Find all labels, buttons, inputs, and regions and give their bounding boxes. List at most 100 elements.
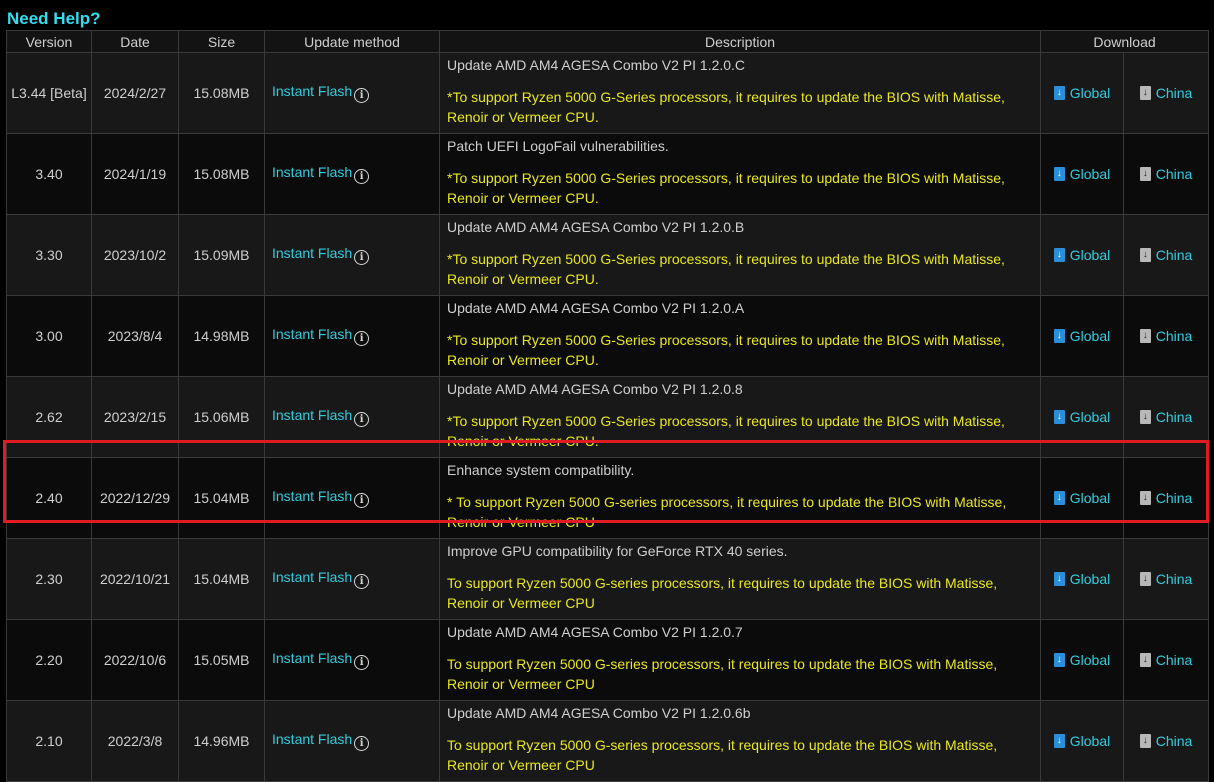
download-china-link[interactable]: China (1139, 733, 1193, 749)
info-circle-icon[interactable]: i (354, 493, 370, 508)
download-global-link[interactable]: Global (1053, 571, 1110, 587)
instant-flash-link[interactable]: Instant Flash (272, 569, 352, 585)
description-cell: Update AMD AM4 AGESA Combo V2 PI 1.2.0.8… (439, 376, 1041, 458)
instant-flash-link[interactable]: Instant Flash (272, 407, 352, 423)
download-global-cell: Global (1040, 214, 1124, 296)
size-cell: 15.04MB (178, 538, 265, 620)
download-china-cell: China (1122, 295, 1210, 377)
description-note: * To support Ryzen 5000 G-series process… (447, 494, 1007, 530)
download-global-cell: Global (1040, 52, 1124, 134)
description-note: *To support Ryzen 5000 G-Series processo… (447, 413, 1005, 449)
download-china-link[interactable]: China (1139, 652, 1193, 668)
download-china-link[interactable]: China (1139, 409, 1192, 425)
description-cell: Improve GPU compatibility for GeForce RT… (439, 538, 1041, 620)
instant-flash-link[interactable]: Instant Flash (272, 164, 352, 180)
download-china-link[interactable]: China (1139, 166, 1193, 182)
instant-flash-link[interactable]: Instant Flash (272, 326, 352, 342)
download-china-label: China (1155, 166, 1193, 182)
download-china-label: China (1155, 247, 1193, 263)
update-method-cell: Instant Flash i (264, 133, 440, 215)
download-china-link[interactable]: China (1139, 328, 1192, 344)
download-file-icon (1053, 572, 1065, 586)
header-update-method: Update method (264, 30, 440, 53)
date-cell: 2022/3/8 (91, 700, 179, 782)
size-cell: 14.96MB (178, 700, 265, 782)
download-china-cell: China (1122, 700, 1210, 782)
size-cell: 15.05MB (178, 619, 265, 701)
update-method-cell: Instant Flash i (264, 700, 440, 782)
table-body: L3.44 [Beta] 2024/2/27 15.08MB Instant Flas… (6, 52, 1210, 782)
need-help-link[interactable]: Need Help? (7, 9, 101, 29)
description-cell: Update AMD AM4 AGESA Combo V2 PI 1.2.0.7… (439, 619, 1041, 701)
download-china-cell: China (1122, 52, 1210, 134)
size-cell: 15.08MB (178, 52, 265, 134)
download-global-label: Global (1069, 166, 1111, 182)
download-file-icon (1053, 167, 1065, 181)
description-title: Update AMD AM4 AGESA Combo V2 PI 1.2.0.7 (447, 624, 743, 640)
download-china-link[interactable]: China (1139, 247, 1193, 263)
download-global-link[interactable]: Global (1053, 85, 1110, 101)
download-china-link[interactable]: China (1139, 490, 1192, 506)
download-china-label: China (1155, 652, 1193, 668)
date-cell: 2023/2/15 (91, 376, 179, 458)
description-cell: Enhance system compatibility. * To suppor… (439, 457, 1041, 539)
download-china-link[interactable]: China (1139, 571, 1192, 587)
download-global-label: Global (1069, 247, 1111, 263)
download-china-link[interactable]: China (1139, 85, 1192, 101)
table-row: 2.20 2022/10/6 15.05MB Instant Flash i Update… (6, 619, 1210, 701)
download-china-label: China (1155, 733, 1193, 749)
download-global-link[interactable]: Global (1053, 328, 1110, 344)
download-global-label: Global (1069, 409, 1111, 425)
download-global-link[interactable]: Global (1053, 652, 1111, 668)
download-file-icon (1053, 410, 1065, 424)
version-cell: L3.44 [Beta] (6, 52, 92, 134)
download-global-link[interactable]: Global (1053, 733, 1110, 749)
date-cell: 2023/10/2 (91, 214, 179, 296)
info-circle-icon[interactable]: i (354, 736, 370, 751)
instant-flash-link[interactable]: Instant Flash (272, 83, 352, 99)
info-circle-icon[interactable]: i (354, 655, 370, 670)
download-global-cell: Global (1040, 700, 1124, 782)
instant-flash-link[interactable]: Instant Flash (272, 650, 352, 666)
description-title: Update AMD AM4 AGESA Combo V2 PI 1.2.0.B (447, 219, 745, 235)
download-file-icon (1053, 248, 1065, 262)
date-cell: 2023/8/4 (91, 295, 179, 377)
size-cell: 14.98MB (178, 295, 265, 377)
update-method-cell: Instant Flash i (264, 214, 440, 296)
info-circle-icon[interactable]: i (354, 331, 370, 346)
download-global-link[interactable]: Global (1053, 409, 1111, 425)
download-file-icon (1053, 491, 1065, 505)
info-circle-icon[interactable]: i (354, 250, 370, 265)
download-global-cell: Global (1040, 376, 1124, 458)
download-global-link[interactable]: Global (1053, 166, 1111, 182)
download-china-cell: China (1122, 619, 1210, 701)
info-circle-icon[interactable]: i (354, 412, 370, 427)
instant-flash-link[interactable]: Instant Flash (272, 245, 352, 261)
header-version: Version (6, 30, 92, 53)
download-global-cell: Global (1040, 538, 1124, 620)
header-download: Download (1039, 30, 1210, 53)
version-cell: 2.10 (6, 700, 92, 782)
table-row: 3.30 2023/10/2 15.09MB Instant Flash i Update… (6, 214, 1210, 296)
description-title: Update AMD AM4 AGESA Combo V2 PI 1.2.0.6… (447, 705, 751, 721)
download-global-link[interactable]: Global (1053, 247, 1111, 263)
update-method-cell: Instant Flash i (264, 457, 440, 539)
download-global-link[interactable]: Global (1053, 490, 1110, 506)
instant-flash-link[interactable]: Instant Flash (272, 488, 352, 504)
header-date: Date (91, 30, 179, 53)
description-note: *To support Ryzen 5000 G-Series processo… (447, 170, 1005, 206)
description-cell: Update AMD AM4 AGESA Combo V2 PI 1.2.0.B… (439, 214, 1041, 296)
download-file-icon (1053, 653, 1065, 667)
description-note: *To support Ryzen 5000 G-Series processo… (447, 332, 1005, 368)
description-note: *To support Ryzen 5000 G-Series processo… (447, 251, 1005, 287)
table-row: L3.44 [Beta] 2024/2/27 15.08MB Instant Flas… (6, 52, 1210, 134)
update-method-cell: Instant Flash i (264, 376, 440, 458)
info-circle-icon[interactable]: i (354, 88, 370, 103)
info-circle-icon[interactable]: i (354, 574, 370, 589)
version-cell: 3.40 (6, 133, 92, 215)
table-row: 2.40 2022/12/29 15.04MB Instant Flash i Enhan… (6, 457, 1210, 539)
download-global-label: Global (1069, 652, 1111, 668)
download-file-icon (1139, 572, 1151, 586)
instant-flash-link[interactable]: Instant Flash (272, 731, 352, 747)
info-circle-icon[interactable]: i (354, 169, 370, 184)
